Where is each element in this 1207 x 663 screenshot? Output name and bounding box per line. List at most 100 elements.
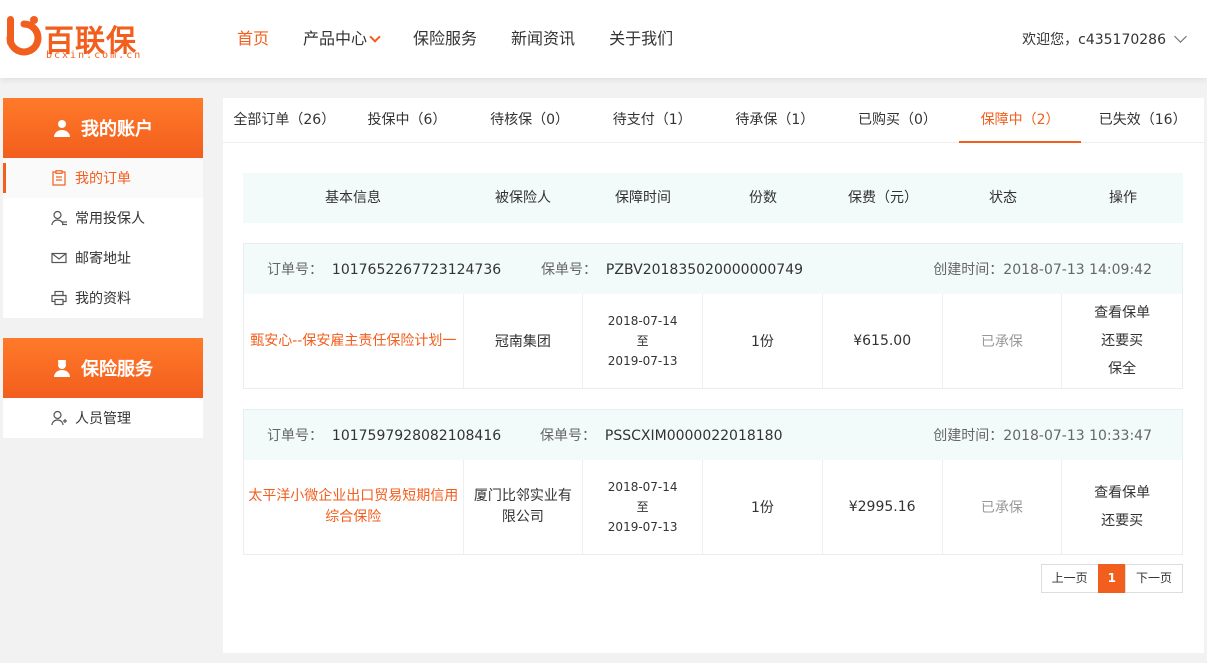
- nav-products[interactable]: 产品中心: [286, 0, 396, 78]
- main-nav: 首页 产品中心 保险服务 新闻资讯 关于我们: [220, 0, 690, 78]
- sidebar-item-my-profile[interactable]: 我的资料: [3, 278, 203, 318]
- service-card: 保险服务 人员管理: [3, 338, 203, 438]
- column-header: 基本信息: [325, 190, 381, 206]
- tab-expired[interactable]: 已失效（16）: [1081, 98, 1204, 142]
- sidebar-item-label: 人员管理: [75, 411, 131, 427]
- nav-about[interactable]: 关于我们: [592, 0, 690, 78]
- mail-icon: [51, 252, 67, 264]
- nav-about-label: 关于我们: [609, 29, 674, 48]
- chevron-down-icon: [369, 30, 381, 43]
- order-tabs: 全部订单（26） 投保中（6） 待核保（0） 待支付（1） 待承保（1） 已购买…: [223, 98, 1204, 143]
- coverage-period: 2018-07-14 至 2019-07-13: [583, 294, 704, 388]
- column-header: 操作: [1109, 190, 1137, 206]
- user-menu[interactable]: 欢迎您，c435170286: [1022, 0, 1187, 78]
- endorsement-link[interactable]: 保全: [1108, 355, 1136, 383]
- created-time-value: 2018-07-13 10:33:47: [1003, 428, 1152, 444]
- insured-name: 厦门比邻实业有限公司: [464, 460, 584, 554]
- order-card: 订单号： 1017597928082108416 保单号： PSSCXIM000…: [243, 409, 1183, 555]
- column-header: 被保险人: [495, 190, 551, 206]
- chevron-down-icon: [1174, 30, 1187, 43]
- policy-number-value: PSSCXIM0000022018180: [604, 428, 783, 444]
- order-meta: 订单号： 1017597928082108416 保单号： PSSCXIM000…: [244, 410, 1182, 460]
- premium: ¥615.00: [823, 294, 943, 388]
- nav-news-label: 新闻资讯: [511, 29, 576, 48]
- view-policy-link[interactable]: 查看保单: [1094, 479, 1150, 507]
- order-number-label: 订单号：: [267, 262, 323, 278]
- order-icon: [52, 170, 66, 186]
- sidebar-item-label: 常用投保人: [75, 211, 145, 227]
- prev-page-button[interactable]: 上一页: [1040, 564, 1099, 593]
- column-header: 保费（元）: [848, 190, 918, 206]
- column-header: 状态: [989, 190, 1017, 206]
- page-button-current[interactable]: 1: [1097, 564, 1126, 593]
- row-actions: 查看保单 还要买 保全: [1062, 294, 1182, 388]
- buy-again-link[interactable]: 还要买: [1101, 327, 1143, 355]
- tab-in-coverage[interactable]: 保障中（2）: [958, 98, 1082, 143]
- sidebar-item-label: 我的资料: [75, 291, 131, 307]
- nav-news[interactable]: 新闻资讯: [494, 0, 592, 78]
- row-actions: 查看保单 还要买: [1062, 460, 1182, 554]
- status-badge: 已承保: [943, 460, 1063, 554]
- created-time: 创建时间：2018-07-13 10:33:47: [933, 425, 1152, 445]
- order-number-label: 订单号：: [267, 428, 323, 444]
- tab-pending-issue[interactable]: 待承保（1）: [714, 98, 837, 142]
- nav-insurance-service-label: 保险服务: [413, 29, 478, 48]
- order-card: 订单号： 1017652267723124736 保单号： PZBV201835…: [243, 243, 1183, 389]
- created-time-label: 创建时间：: [933, 262, 1004, 278]
- copies: 1份: [703, 294, 823, 388]
- column-header: 保障时间: [615, 190, 671, 206]
- sidebar-item-label: 我的订单: [75, 171, 131, 187]
- coverage-separator: 至: [636, 500, 649, 514]
- buy-again-link[interactable]: 还要买: [1101, 507, 1143, 535]
- copies: 1份: [703, 460, 823, 554]
- created-time: 创建时间：2018-07-13 14:09:42: [933, 259, 1152, 279]
- tab-purchased[interactable]: 已购买（0）: [836, 98, 959, 142]
- sidebar-item-my-orders[interactable]: 我的订单: [3, 158, 203, 198]
- product-link[interactable]: 甄安心--保安雇主责任保险计划一: [244, 294, 464, 388]
- coverage-end: 2019-07-13: [607, 354, 678, 368]
- user-manage-icon: [51, 410, 67, 426]
- account-card: 我的账户 我的订单 常用投保人 邮寄地址 我的资料: [3, 98, 203, 318]
- user-add-icon: [51, 210, 67, 226]
- policy-number-label: 保单号：: [540, 428, 596, 444]
- service-user-icon: [54, 360, 70, 377]
- nav-home-label: 首页: [237, 29, 270, 48]
- order-number-value: 1017652267723124736: [331, 262, 502, 278]
- printer-icon: [51, 290, 67, 306]
- coverage-start: 2018-07-14: [607, 314, 678, 328]
- brand-logo[interactable]: 百联保 bcxin.com.cn: [4, 10, 154, 66]
- next-page-button[interactable]: 下一页: [1124, 564, 1183, 593]
- tab-all-orders[interactable]: 全部订单（26）: [223, 98, 346, 142]
- orders-panel: 全部订单（26） 投保中（6） 待核保（0） 待支付（1） 待承保（1） 已购买…: [223, 98, 1204, 653]
- policy-number: 保单号： PZBV201835020000000749: [541, 259, 803, 279]
- tab-underwriting[interactable]: 待核保（0）: [468, 98, 591, 142]
- table-header: 基本信息 被保险人 保障时间 份数 保费（元） 状态 操作: [243, 173, 1183, 223]
- created-time-value: 2018-07-13 14:09:42: [1003, 262, 1152, 278]
- nav-products-label: 产品中心: [303, 29, 368, 48]
- policy-number-value: PZBV201835020000000749: [605, 262, 804, 278]
- view-policy-link[interactable]: 查看保单: [1094, 299, 1150, 327]
- service-title: 保险服务: [81, 359, 153, 380]
- pagination: 上一页 1 下一页: [1040, 564, 1183, 593]
- tab-applying[interactable]: 投保中（6）: [346, 98, 469, 142]
- coverage-separator: 至: [636, 334, 649, 348]
- column-header: 份数: [749, 190, 777, 206]
- tab-pending-payment[interactable]: 待支付（1）: [591, 98, 714, 142]
- policy-number-label: 保单号：: [541, 262, 597, 278]
- order-number: 订单号： 1017597928082108416: [267, 425, 501, 445]
- coverage-period: 2018-07-14 至 2019-07-13: [583, 460, 704, 554]
- service-header: 保险服务: [3, 338, 203, 398]
- product-link[interactable]: 太平洋小微企业出口贸易短期信用综合保险: [244, 460, 464, 554]
- coverage-start: 2018-07-14: [607, 480, 678, 494]
- logo-mark-icon: [6, 16, 42, 56]
- nav-home[interactable]: 首页: [220, 0, 286, 78]
- sidebar-item-policyholders[interactable]: 常用投保人: [3, 198, 203, 238]
- insured-name: 冠南集团: [464, 294, 584, 388]
- nav-insurance-service[interactable]: 保险服务: [396, 0, 494, 78]
- sidebar-item-mail-address[interactable]: 邮寄地址: [3, 238, 203, 278]
- premium: ¥2995.16: [823, 460, 943, 554]
- sidebar-item-personnel[interactable]: 人员管理: [3, 398, 203, 438]
- policy-number: 保单号： PSSCXIM0000022018180: [540, 425, 783, 445]
- status-badge: 已承保: [943, 294, 1063, 388]
- sidebar-item-label: 邮寄地址: [75, 251, 131, 267]
